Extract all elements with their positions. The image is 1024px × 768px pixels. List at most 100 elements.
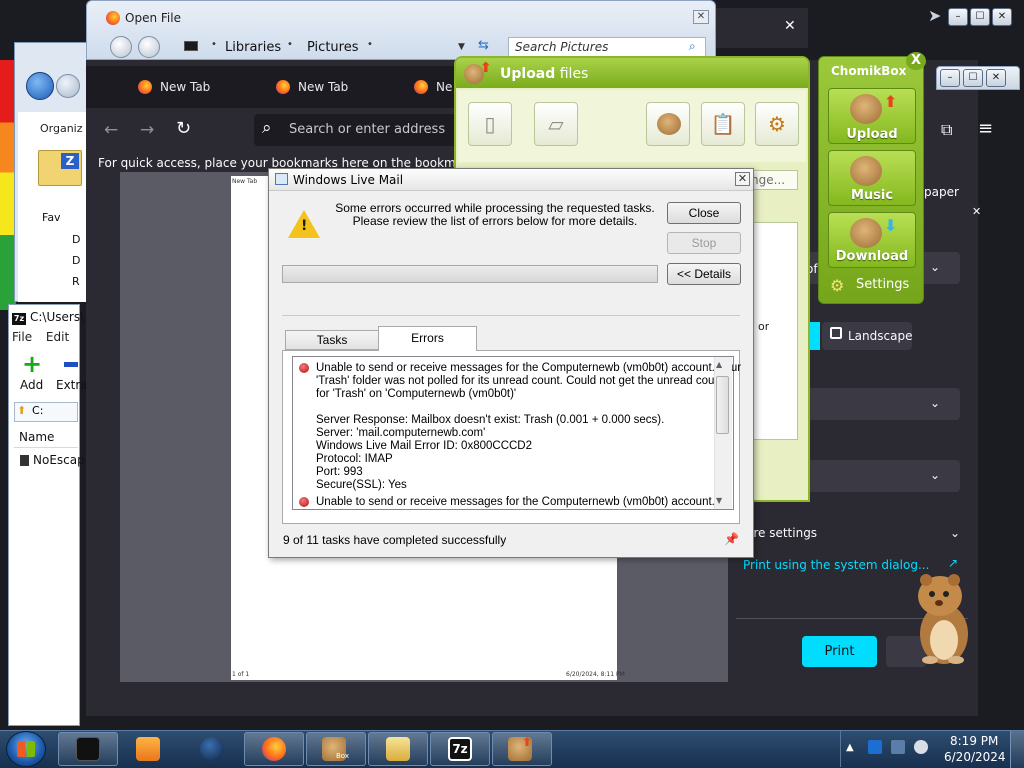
nav-item-drive-2[interactable]: D xyxy=(72,254,80,267)
file-list-item[interactable]: NoEscap xyxy=(20,453,85,467)
breadcrumb-separator-icon: • xyxy=(211,39,217,50)
progress-bar xyxy=(282,265,658,283)
tab-new-tab-2[interactable]: New Tab xyxy=(298,80,348,94)
hamburger-menu-icon[interactable]: ≡ xyxy=(978,118,993,139)
chevron-down-icon[interactable]: ⌄ xyxy=(930,260,940,274)
sevenzip-window xyxy=(8,304,80,726)
extensions-icon[interactable]: ⧉ xyxy=(941,120,952,140)
hamster-icon xyxy=(657,113,681,135)
stop-button[interactable]: Stop xyxy=(667,232,741,254)
minimize-button[interactable]: – xyxy=(948,8,968,26)
add-folder-button[interactable]: ▱ xyxy=(534,102,578,146)
minimize-button[interactable]: – xyxy=(940,69,960,87)
error-text-line: Server Response: Mailbox doesn't exist: … xyxy=(316,414,665,426)
breadcrumb-libraries[interactable]: Libraries xyxy=(225,40,281,55)
firefox-icon xyxy=(276,80,290,94)
clock-time[interactable]: 8:19 PM xyxy=(950,734,998,748)
add-file-button[interactable]: ▯ xyxy=(468,102,512,146)
add-icon[interactable]: + xyxy=(22,352,42,376)
open-file-forward-button[interactable] xyxy=(138,36,160,58)
error-summary-line1: Some errors occurred while processing th… xyxy=(335,201,655,215)
extract-button[interactable]: Extra xyxy=(56,378,88,392)
open-file-close-button[interactable]: ✕ xyxy=(693,10,709,24)
monitor-icon[interactable] xyxy=(891,740,905,754)
open-file-title: Open File xyxy=(125,11,181,25)
print-button[interactable]: Print xyxy=(802,636,877,667)
close-icon[interactable]: X xyxy=(906,52,926,70)
system-dialog-link[interactable]: Print using the system dialog... xyxy=(743,558,929,572)
clipboard-add-button[interactable]: 📋 xyxy=(701,102,745,146)
firefox-icon xyxy=(106,11,120,25)
windows-logo-icon xyxy=(17,741,35,757)
refresh-icon[interactable]: ⇆ xyxy=(478,38,489,53)
network-icon[interactable] xyxy=(868,740,882,754)
breadcrumb-pictures[interactable]: Pictures xyxy=(307,40,358,55)
search-input[interactable]: Search Pictures xyxy=(508,37,706,57)
breadcrumb-separator-icon: • xyxy=(367,39,373,50)
scrollbar-thumb[interactable] xyxy=(716,376,729,434)
details-toggle-button[interactable]: << Details xyxy=(667,263,741,285)
hamster-upload-icon: ⬆ xyxy=(462,60,492,88)
url-input-placeholder[interactable]: Search or enter address xyxy=(289,122,445,137)
show-desktop-button[interactable] xyxy=(1010,731,1024,768)
chevron-down-icon[interactable]: ⌄ xyxy=(930,468,940,482)
sevenzip-title: 7z C:\Users\ xyxy=(12,310,84,325)
close-button[interactable]: Close xyxy=(667,202,741,224)
error-icon xyxy=(299,497,309,507)
sevenzip-address-bar[interactable]: ⬆ C: xyxy=(14,402,78,422)
up-folder-icon[interactable]: ⬆ xyxy=(17,404,26,417)
hamster-icon xyxy=(850,218,882,248)
close-icon[interactable]: ✕ xyxy=(784,18,796,34)
more-settings-toggle[interactable]: ore settings xyxy=(746,526,817,540)
extract-icon[interactable] xyxy=(64,362,78,367)
upload-title-bold: Upload xyxy=(500,66,556,82)
close-button[interactable]: ✕ xyxy=(986,69,1006,87)
chomik-settings-button[interactable]: Settings xyxy=(856,277,909,292)
forward-arrow-icon[interactable]: → xyxy=(140,120,154,140)
close-button[interactable]: ✕ xyxy=(992,8,1012,26)
gear-icon[interactable]: ⚙ xyxy=(755,102,799,146)
scroll-down-icon[interactable]: ▼ xyxy=(716,496,722,505)
chevron-down-icon[interactable]: ⌄ xyxy=(930,396,940,410)
chevron-down-icon[interactable]: ▼ xyxy=(458,42,465,52)
volume-icon[interactable] xyxy=(914,740,928,754)
or-label: or xyxy=(758,320,770,333)
hamster-account-button[interactable] xyxy=(646,102,690,146)
error-summary-line2: Please review the list of errors below f… xyxy=(352,214,638,228)
gear-icon[interactable]: ⚙ xyxy=(830,276,844,295)
tab-errors[interactable]: Errors xyxy=(378,326,477,351)
reload-icon[interactable]: ↻ xyxy=(176,118,191,139)
nav-item-recent[interactable]: R xyxy=(72,275,80,288)
pin-icon[interactable]: 📌 xyxy=(724,532,739,546)
close-icon[interactable]: ✕ xyxy=(972,205,981,218)
menu-edit[interactable]: Edit xyxy=(46,330,69,344)
show-hidden-icons[interactable]: ▲ xyxy=(846,742,854,753)
hamster-icon xyxy=(850,94,882,124)
forward-button[interactable] xyxy=(56,74,80,98)
add-button[interactable]: Add xyxy=(20,378,43,392)
open-file-back-button[interactable] xyxy=(110,36,132,58)
hamster-mascot-icon xyxy=(912,570,972,666)
tab-new-tab-1[interactable]: New Tab xyxy=(160,80,210,94)
chevron-down-icon[interactable]: ⌄ xyxy=(950,526,960,540)
clock-date[interactable]: 6/20/2024 xyxy=(944,750,1006,764)
back-button[interactable] xyxy=(26,72,54,100)
maximize-button[interactable]: ☐ xyxy=(963,69,983,87)
sevenzip-menubar: File Edit xyxy=(12,330,78,346)
nav-item-drive-1[interactable]: D xyxy=(72,233,80,246)
nav-item-favorites[interactable]: Fav xyxy=(42,211,61,224)
back-arrow-icon[interactable]: ← xyxy=(104,120,118,140)
preview-page-footer-left: 1 of 1 xyxy=(232,671,250,678)
tab-tasks[interactable]: Tasks xyxy=(285,330,379,350)
file-name: NoEscap xyxy=(33,453,85,467)
scroll-up-icon[interactable]: ▲ xyxy=(716,360,722,369)
organize-menu[interactable]: Organiz xyxy=(40,122,83,135)
maximize-button[interactable]: ☐ xyxy=(970,8,990,26)
tab-new-tab-3[interactable]: Ne xyxy=(436,80,452,94)
preview-page-header: New Tab xyxy=(232,178,258,185)
search-icon[interactable]: ⌕ xyxy=(689,39,696,54)
menu-file[interactable]: File xyxy=(12,330,32,344)
column-header-name[interactable]: Name xyxy=(14,426,78,448)
chomik-music-label: Music xyxy=(850,188,894,203)
close-icon[interactable]: ✕ xyxy=(735,172,750,186)
